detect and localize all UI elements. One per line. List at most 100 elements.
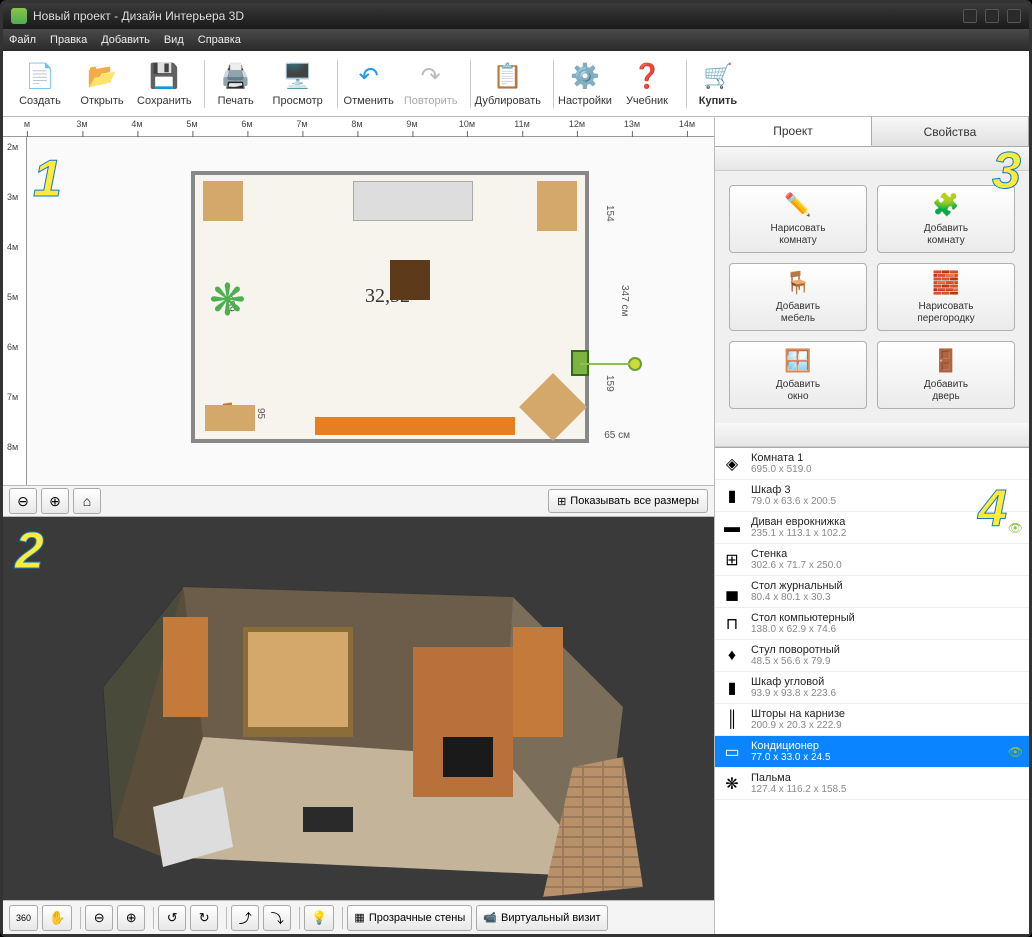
zoom-out-3d[interactable]: ⊖ (85, 905, 113, 931)
show-dims-button[interactable]: ⊞ Показывать все размеры (548, 489, 708, 513)
object-dim: 77.0 x 33.0 x 24.5 (751, 752, 831, 763)
armchair-icon: 🪑 (784, 270, 812, 298)
close-button[interactable] (1007, 9, 1021, 23)
print-button[interactable]: 🖨️Печать (209, 61, 263, 107)
menu-file[interactable]: Файл (9, 34, 36, 46)
object-list[interactable]: ◈ Комната 1 695.0 x 519.0 ▮ Шкаф 3 79.0 … (715, 447, 1029, 934)
brick-icon: 🧱 (932, 270, 960, 298)
object-dim: 93.9 x 93.8 x 223.6 (751, 688, 836, 699)
menu-edit[interactable]: Правка (50, 34, 87, 46)
tilt-up-icon: ⤴ (239, 908, 252, 927)
minimize-button[interactable] (963, 9, 977, 23)
tab-project[interactable]: Проект (715, 117, 872, 146)
tilt-up[interactable]: ⤴ (231, 905, 259, 931)
home-button[interactable]: ⌂ (73, 488, 101, 514)
canvas-2d[interactable]: 1 32,52 582 347 см 154 159 665 65 см 489… (27, 137, 714, 485)
eye-icon[interactable]: 👁 (1008, 745, 1023, 759)
gear-icon: ⚙️ (569, 61, 601, 93)
panel-header-objects (715, 423, 1029, 447)
add-furniture-button[interactable]: 🪑 Добавитьмебель (729, 263, 867, 331)
wall-icon: ▦ (354, 911, 364, 924)
preview-button[interactable]: 🖥️Просмотр (271, 61, 325, 107)
redo-icon: ↷ (415, 61, 447, 93)
rotate360-button[interactable]: 360 (9, 905, 38, 931)
folder-icon: 📂 (86, 61, 118, 93)
copy-icon: 📋 (492, 61, 524, 93)
furn-sofa[interactable] (353, 181, 473, 221)
ruler-horizontal: м3м4м5м6м7м8м9м10м11м12м13м14м (3, 117, 714, 137)
eye-icon[interactable]: 👁 (1008, 521, 1023, 535)
zoom-in-icon: ⊕ (126, 910, 137, 926)
zoom-in-icon: ⊕ (49, 493, 61, 510)
light-button[interactable]: 💡 (304, 905, 334, 931)
object-dim: 695.0 x 519.0 (751, 464, 812, 475)
object-dim: 200.9 x 20.3 x 222.9 (751, 720, 845, 731)
zoom-out-button[interactable]: ⊖ (9, 488, 37, 514)
list-item[interactable]: ▄ Стол журнальный 80.4 x 80.1 x 30.3 (715, 576, 1029, 608)
rotate-right[interactable]: ↻ (190, 905, 218, 931)
object-icon: ♦ (721, 645, 743, 667)
rotate-left-icon: ↺ (167, 910, 178, 926)
tilt-down[interactable]: ⤵ (263, 905, 291, 931)
pan-button[interactable]: ✋ (42, 905, 72, 931)
maximize-button[interactable] (985, 9, 999, 23)
tutorial-button[interactable]: ❓Учебник (620, 61, 674, 107)
rotate-left[interactable]: ↺ (158, 905, 186, 931)
object-icon: ▬ (721, 517, 743, 539)
printer-icon: 🖨️ (220, 61, 252, 93)
object-icon: ⊓ (721, 613, 743, 635)
furn-wall-unit[interactable] (315, 417, 515, 435)
save-button[interactable]: 💾Сохранить (137, 61, 192, 107)
zoom-in-3d[interactable]: ⊕ (117, 905, 145, 931)
furn-desk[interactable] (205, 405, 255, 431)
open-button[interactable]: 📂Открыть (75, 61, 129, 107)
list-item[interactable]: ⊞ Стенка 302.6 x 71.7 x 250.0 (715, 544, 1029, 576)
object-name: Шкаф 3 (751, 484, 836, 496)
room-outline[interactable]: 32,52 582 347 см 154 159 665 65 см 489 9… (191, 171, 589, 443)
draw-room-button[interactable]: ✏️ Нарисоватькомнату (729, 185, 867, 253)
furn-plant[interactable]: ❋ (209, 275, 269, 335)
zoom-out-icon: ⊖ (17, 493, 29, 510)
object-icon: ❋ (721, 773, 743, 795)
list-item[interactable]: ♦ Стул поворотный 48.5 x 56.6 x 79.9 (715, 640, 1029, 672)
zoom-in-button[interactable]: ⊕ (41, 488, 69, 514)
create-button[interactable]: 📄Создать (13, 61, 67, 107)
list-item[interactable]: ▬ Диван еврокнижка 235.1 x 113.1 x 102.2… (715, 512, 1029, 544)
view-3d[interactable]: 2 (3, 517, 714, 900)
transparent-walls[interactable]: ▦ Прозрачные стены (347, 905, 472, 931)
tab-properties[interactable]: Свойства (872, 117, 1029, 146)
list-item[interactable]: ◈ Комната 1 695.0 x 519.0 (715, 448, 1029, 480)
add-room-button[interactable]: 🧩 Добавитькомнату (877, 185, 1015, 253)
tilt-down-icon: ⤵ (271, 908, 284, 927)
dim-left2: 95 (255, 408, 266, 419)
furn-corner[interactable] (519, 373, 587, 441)
plan-toolbar: ⊖ ⊕ ⌂ ⊞ Показывать все размеры (3, 485, 714, 517)
redo-button[interactable]: ↷Повторить (404, 61, 458, 107)
menu-add[interactable]: Добавить (101, 34, 150, 46)
list-item[interactable]: ⊓ Стол компьютерный 138.0 x 62.9 x 74.6 (715, 608, 1029, 640)
object-dim: 138.0 x 62.9 x 74.6 (751, 624, 855, 635)
annotation-2: 2 (15, 521, 44, 581)
selection-handle[interactable] (628, 357, 642, 371)
add-window-button[interactable]: 🪟 Добавитьокно (729, 341, 867, 409)
settings-button[interactable]: ⚙️Настройки (558, 61, 612, 107)
menu-view[interactable]: Вид (164, 34, 184, 46)
add-door-button[interactable]: 🚪 Добавитьдверь (877, 341, 1015, 409)
undo-button[interactable]: ↶Отменить (342, 61, 396, 107)
menu-help[interactable]: Справка (198, 34, 241, 46)
object-name: Стенка (751, 548, 842, 560)
draw-partition-button[interactable]: 🧱 Нарисоватьперегородку (877, 263, 1015, 331)
duplicate-button[interactable]: 📋Дублировать (475, 61, 541, 107)
list-item[interactable]: ❋ Пальма 127.4 x 116.2 x 158.5 (715, 768, 1029, 800)
list-item[interactable]: ▮ Шкаф угловой 93.9 x 93.8 x 223.6 (715, 672, 1029, 704)
rotate-right-icon: ↻ (199, 910, 210, 926)
furn-table[interactable] (390, 260, 430, 300)
buy-button[interactable]: 🛒Купить (691, 61, 745, 107)
list-item[interactable]: ▮ Шкаф 3 79.0 x 63.6 x 200.5 (715, 480, 1029, 512)
furn-wardrobe2[interactable] (537, 181, 577, 231)
list-item[interactable]: ║ Шторы на карнизе 200.9 x 20.3 x 222.9 (715, 704, 1029, 736)
list-item[interactable]: ▭ Кондиционер 77.0 x 33.0 x 24.5 👁 (715, 736, 1029, 768)
furn-wardrobe[interactable] (203, 181, 243, 221)
document-icon: 📄 (24, 61, 56, 93)
virtual-visit[interactable]: 📹 Виртуальный визит (476, 905, 607, 931)
